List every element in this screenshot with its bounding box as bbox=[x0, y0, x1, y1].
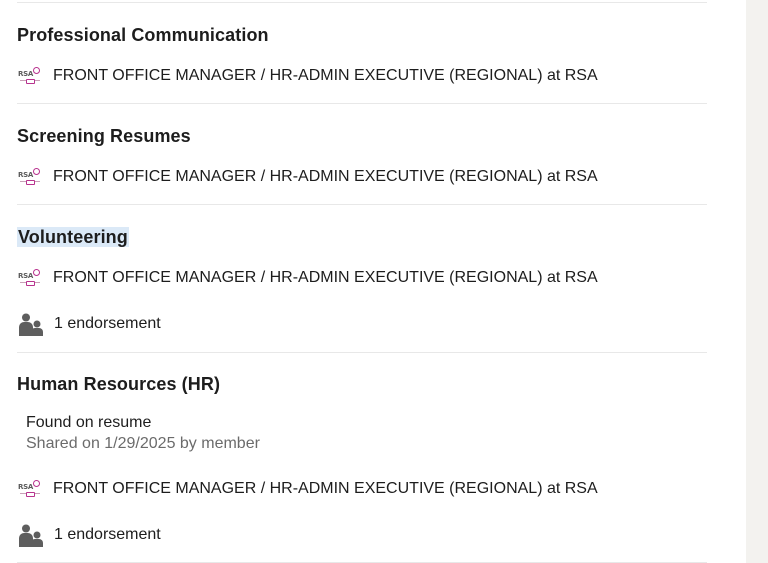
association-label: FRONT OFFICE MANAGER / HR-ADMIN EXECUTIV… bbox=[53, 67, 598, 84]
endorsement-count: 1 endorsement bbox=[54, 526, 161, 543]
skill-association[interactable]: RSA FRONT OFFICE MANAGER / HR-ADMIN EXEC… bbox=[17, 266, 598, 290]
found-on-resume-label: Found on resume bbox=[26, 414, 152, 431]
skill-title-text: Volunteering bbox=[17, 227, 129, 247]
skills-section: Professional Communication RSA FRONT OFF… bbox=[0, 0, 746, 563]
endorsement-count: 1 endorsement bbox=[54, 315, 161, 332]
rsa-company-logo: RSA bbox=[17, 478, 43, 500]
association-label: FRONT OFFICE MANAGER / HR-ADMIN EXECUTIV… bbox=[53, 480, 598, 497]
right-rail bbox=[746, 0, 768, 563]
skill-title-professional-communication[interactable]: Professional Communication bbox=[17, 25, 269, 46]
skill-association[interactable]: RSA FRONT OFFICE MANAGER / HR-ADMIN EXEC… bbox=[17, 64, 598, 88]
skill-association[interactable]: RSA FRONT OFFICE MANAGER / HR-ADMIN EXEC… bbox=[17, 477, 598, 501]
divider bbox=[17, 2, 707, 3]
page: Professional Communication RSA FRONT OFF… bbox=[0, 0, 768, 563]
endorsement-row[interactable]: 1 endorsement bbox=[19, 522, 161, 548]
shared-date-label: Shared on 1/29/2025 by member bbox=[26, 435, 260, 452]
association-label: FRONT OFFICE MANAGER / HR-ADMIN EXECUTIV… bbox=[53, 168, 598, 185]
logo-text: RSA bbox=[18, 272, 33, 280]
rsa-company-logo: RSA bbox=[17, 267, 43, 289]
divider bbox=[17, 103, 707, 104]
endorsement-row[interactable]: 1 endorsement bbox=[19, 311, 161, 337]
logo-text: RSA bbox=[18, 483, 33, 491]
people-icon bbox=[19, 313, 43, 336]
divider bbox=[17, 204, 707, 205]
skill-title-volunteering[interactable]: Volunteering bbox=[17, 227, 129, 248]
skill-title-screening-resumes[interactable]: Screening Resumes bbox=[17, 126, 191, 147]
logo-text: RSA bbox=[18, 171, 33, 179]
found-on-resume: Found on resume Shared on 1/29/2025 by m… bbox=[26, 413, 260, 455]
rsa-company-logo: RSA bbox=[17, 65, 43, 87]
skill-association[interactable]: RSA FRONT OFFICE MANAGER / HR-ADMIN EXEC… bbox=[17, 165, 598, 189]
rsa-company-logo: RSA bbox=[17, 166, 43, 188]
divider bbox=[17, 352, 707, 353]
logo-text: RSA bbox=[18, 70, 33, 78]
skill-title-human-resources[interactable]: Human Resources (HR) bbox=[17, 374, 220, 395]
people-icon bbox=[19, 524, 43, 547]
association-label: FRONT OFFICE MANAGER / HR-ADMIN EXECUTIV… bbox=[53, 269, 598, 286]
